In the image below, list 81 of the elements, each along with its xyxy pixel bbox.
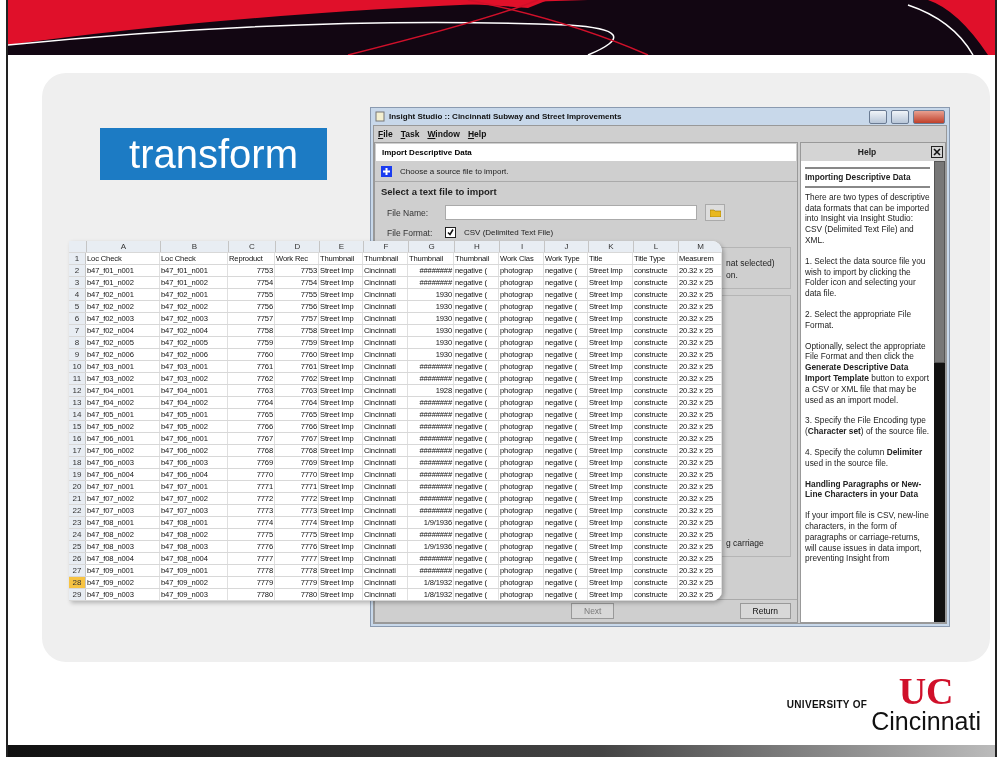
option-text: nat selected) [726,258,776,268]
menu-item[interactable]: Help [467,129,487,139]
window-icon [375,111,385,122]
section-title: Select a text file to import [380,185,498,199]
row-number[interactable]: 10 [69,361,86,372]
help-paragraph: 4. Specify the column Delimiter used in the source file. [805,446,924,469]
close-icon[interactable] [931,146,943,158]
maximize-button[interactable] [891,109,909,124]
row-number[interactable]: 6 [69,313,86,324]
row-number[interactable]: 17 [69,445,86,456]
option-text: g carriage [726,538,765,548]
column-header[interactable]: G [409,241,455,252]
column-header[interactable]: C [229,241,276,252]
row-number[interactable]: 18 [69,457,86,468]
row-number[interactable]: 23 [69,517,86,528]
slide-tag: transform [100,128,327,180]
minimize-button[interactable] [869,109,887,124]
row-number[interactable]: 21 [69,493,86,504]
row-number[interactable]: 5 [69,301,86,312]
checkbox[interactable] [445,227,456,238]
help-paragraph: 1. Select the data source file you wish to import by clicking the Folder icon and selecting your data file. [805,255,927,299]
row-number[interactable]: 19 [69,469,86,480]
field-label: File Format: [387,227,434,238]
help-title: Help [856,147,878,157]
menu-item[interactable]: Window [427,129,460,139]
menu-item[interactable]: File [378,129,393,139]
help-paragraph: If your import file is CSV, new-line characters, in the form of paragraphs or carriage-returns, will cause issues in data import, preventing Insight from [805,510,930,565]
help-heading: Handling Paragraphs or New-Line Characters in your Data [805,478,923,501]
column-header[interactable]: H [455,241,500,252]
folder-icon [709,208,721,217]
row-number[interactable]: 27 [69,565,86,576]
row-number[interactable]: 14 [69,409,86,420]
logo-name: Cincinnati [871,707,981,734]
row-number[interactable]: 8 [69,337,86,348]
column-header[interactable]: L [634,241,679,252]
help-paragraph: 2. Select the appropriate File Format. [805,308,913,331]
logo-prefix: UNIVERSITY OF [786,698,868,710]
row-number[interactable]: 11 [69,373,86,384]
field-label: File Name: [387,207,430,218]
scrollbar[interactable] [934,161,945,622]
row-number[interactable]: 29 [69,589,86,600]
row-number[interactable]: 2 [69,265,86,276]
column-header[interactable]: F [364,241,409,252]
menu-item[interactable]: Task [400,129,420,139]
file-name-field[interactable] [445,205,697,220]
row-number[interactable]: 25 [69,541,86,552]
row-number[interactable]: 9 [69,349,86,360]
column-header[interactable]: K [589,241,634,252]
help-paragraph: 3. Specify the File Encoding type (Character set) of the source file. [805,415,930,437]
column-header[interactable]: M [679,241,722,252]
help-paragraph: Optionally, select the appropriate File Format and then click the Generate Descriptive Data Import Template button to export a CSV or XML file that may be used as an import model. [805,340,930,406]
logo-mark: UC [898,673,954,708]
column-header[interactable]: A [87,241,161,252]
help-heading: Importing Descriptive Data [805,167,930,188]
row-number[interactable]: 20 [69,481,86,492]
column-header[interactable]: J [545,241,589,252]
return-button[interactable]: Return [739,603,792,619]
column-header[interactable]: D [276,241,320,252]
row-number[interactable]: 12 [69,385,86,396]
close-button[interactable] [913,109,945,124]
column-header[interactable]: I [500,241,545,252]
option-text: on. [726,270,739,280]
plus-icon [381,166,392,177]
row-number[interactable]: 4 [69,289,86,300]
instruction-text: Choose a source file to import. [400,167,509,176]
row-number[interactable]: 22 [69,505,86,516]
help-paragraph: There are two types of descriptive data formats that can be imported into Insight via Insight Studio: CSV (Delimited Text File) and XML. [805,191,930,246]
row-number[interactable]: 3 [69,277,86,288]
row-number[interactable]: 13 [69,397,86,408]
panel-title: Import Descriptive Data [376,144,797,161]
option-label: CSV (Delimited Text File) [464,228,554,237]
row-number[interactable]: 28 [69,577,86,588]
column-header[interactable]: B [161,241,229,252]
row-number[interactable]: 7 [69,325,86,336]
column-header[interactable]: E [320,241,364,252]
row-number[interactable]: 1 [69,253,86,264]
row-number[interactable]: 24 [69,529,86,540]
row-number[interactable]: 16 [69,433,86,444]
row-number[interactable]: 26 [69,553,86,564]
window-title: Insight Studio :: Cincinnati Subway and Street Improvements [389,112,623,121]
row-number[interactable]: 15 [69,421,86,432]
